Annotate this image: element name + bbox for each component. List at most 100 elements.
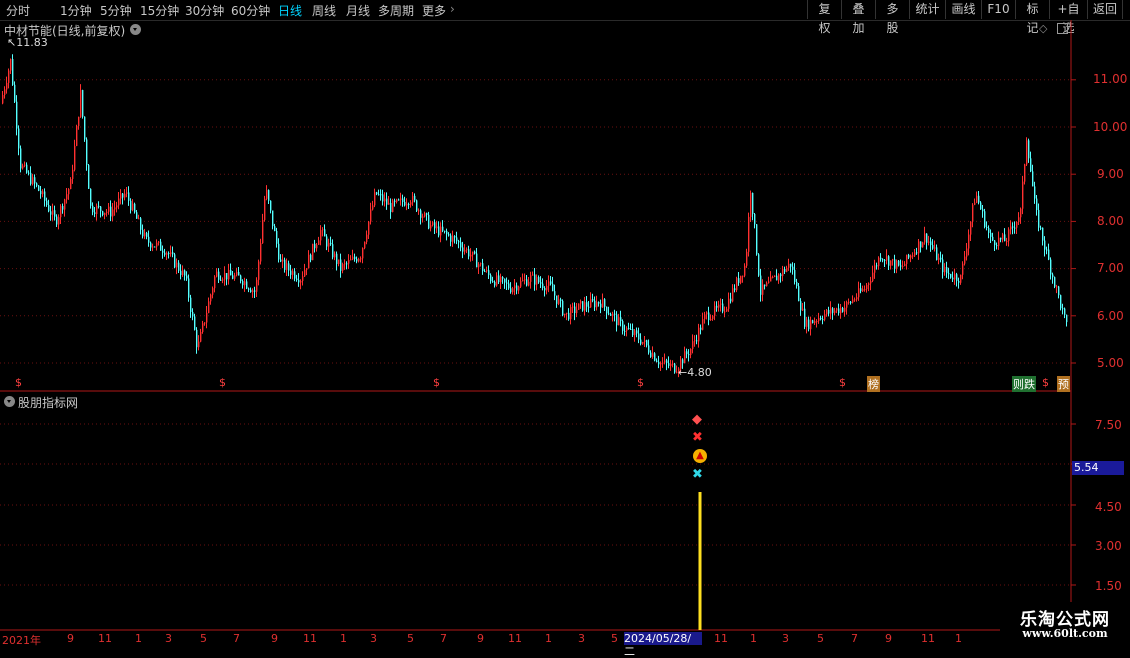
candle-body	[616, 314, 618, 326]
candle	[42, 189, 44, 198]
ranking-badge[interactable]: 榜	[867, 376, 880, 392]
event-marker[interactable]: $	[839, 376, 846, 389]
candle-body	[144, 233, 146, 237]
candle-body	[136, 212, 138, 219]
event-marker[interactable]: $	[637, 376, 644, 389]
candle	[382, 189, 384, 206]
candle	[530, 271, 532, 289]
candle-body	[596, 302, 598, 308]
event-marker[interactable]: $	[15, 376, 22, 389]
candle-body	[494, 281, 496, 286]
candle	[834, 307, 836, 316]
candle	[222, 277, 224, 284]
candle-body	[990, 232, 992, 237]
candle-body	[656, 360, 658, 362]
candle	[304, 263, 306, 278]
candle-body	[528, 281, 530, 286]
candle-body	[502, 276, 504, 279]
candle	[614, 309, 616, 322]
candle-body	[488, 270, 490, 276]
candle	[812, 319, 814, 324]
candle	[336, 251, 338, 271]
candle	[870, 276, 872, 291]
candle-body	[482, 263, 484, 272]
candle-body	[514, 285, 516, 289]
candle	[224, 266, 226, 286]
candle-body	[112, 209, 114, 217]
candle	[900, 259, 902, 271]
candle	[790, 263, 792, 273]
candle-body	[234, 275, 236, 279]
candle	[178, 260, 180, 274]
watermark-logo: 乐淘公式网 www.60lt.com	[1000, 602, 1130, 642]
candle	[548, 275, 550, 293]
candle-body	[108, 206, 110, 212]
candle-body	[978, 195, 980, 203]
candle	[402, 194, 404, 207]
candle-body	[264, 198, 266, 220]
candle	[76, 124, 78, 147]
chevron-down-icon[interactable]	[4, 396, 15, 407]
candle-body	[516, 285, 518, 291]
candle-body	[258, 261, 260, 280]
indicator-tick: 1.50	[1095, 579, 1122, 593]
candle-body	[584, 302, 586, 311]
candle-body	[728, 298, 730, 309]
candle	[162, 245, 164, 259]
candle	[462, 241, 464, 259]
candle-body	[506, 282, 508, 284]
candle	[260, 238, 262, 265]
candle-body	[880, 257, 882, 260]
forecast-badge[interactable]: 预	[1057, 376, 1070, 392]
candle-body	[224, 273, 226, 280]
candle-body	[670, 363, 672, 366]
candle-body	[158, 241, 160, 243]
candle-body	[636, 330, 638, 334]
candle	[94, 206, 96, 218]
candle-body	[374, 192, 376, 206]
candle-body	[592, 299, 594, 301]
candle-body	[664, 360, 666, 363]
candle-body	[416, 200, 418, 211]
x-tick: 3	[578, 632, 585, 645]
candle-body	[290, 270, 292, 275]
gem-icon: ◆	[692, 412, 702, 427]
candle-body	[496, 275, 498, 286]
candle	[256, 277, 258, 297]
event-marker[interactable]: $	[219, 376, 226, 389]
candle-body	[188, 278, 190, 298]
candle	[650, 350, 652, 358]
candle	[722, 299, 724, 314]
price-tick: 7.00	[1097, 261, 1124, 275]
candle	[186, 271, 188, 281]
candle-body	[764, 284, 766, 287]
candle	[110, 200, 112, 222]
candle	[832, 307, 834, 320]
candle	[950, 273, 952, 279]
event-marker[interactable]: $	[1042, 376, 1049, 389]
x-tick: 3	[370, 632, 377, 645]
candle-body	[876, 265, 878, 267]
candle	[486, 266, 488, 273]
up-arrow-coin-icon: ▲	[693, 449, 707, 463]
candle	[280, 254, 282, 263]
candle	[226, 272, 228, 286]
x-tick: 1	[135, 632, 142, 645]
x-tick: 3	[165, 632, 172, 645]
candle-body	[928, 241, 930, 243]
candle	[1048, 243, 1050, 261]
finance-drop-badge[interactable]: 则跌	[1012, 376, 1036, 392]
candle-body	[204, 322, 206, 324]
candle-body	[610, 314, 612, 316]
candle-body	[666, 360, 668, 364]
candle-body	[918, 241, 920, 254]
event-marker[interactable]: $	[433, 376, 440, 389]
candle-body	[6, 82, 8, 90]
candle	[932, 239, 934, 250]
indicator-title[interactable]: 股朋指标网	[18, 394, 78, 411]
candle-body	[808, 319, 810, 330]
candle-body	[1018, 217, 1020, 222]
candle-body	[8, 70, 10, 83]
candle	[928, 235, 930, 246]
candle	[262, 213, 264, 244]
